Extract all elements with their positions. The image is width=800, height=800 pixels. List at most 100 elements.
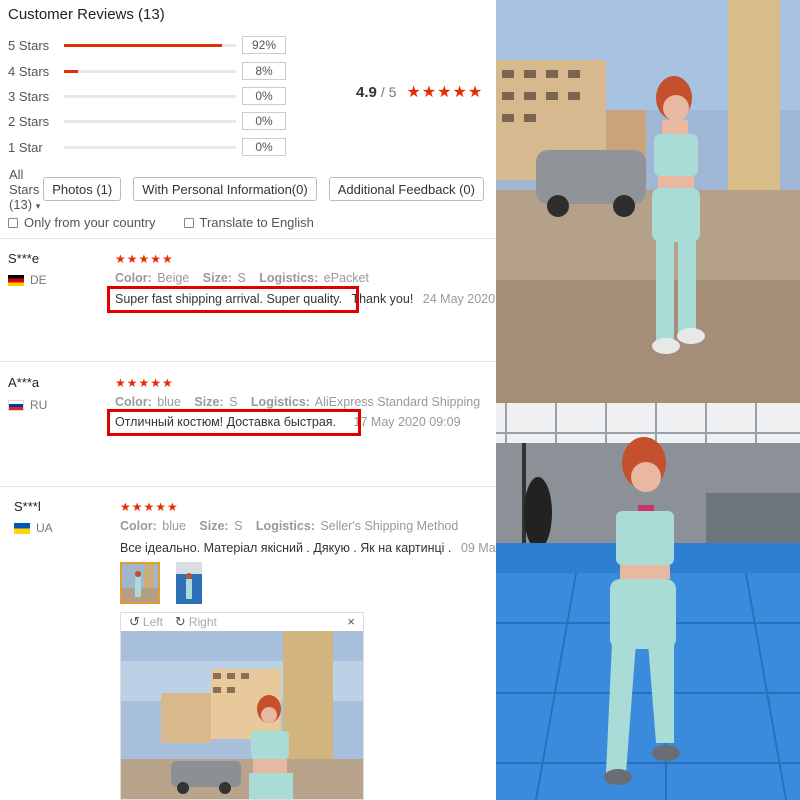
review-date: 24 May 2020 09:14 [422, 292, 496, 306]
chevron-down-icon: ▾ [35, 200, 41, 211]
rating-label: 4 Stars [8, 63, 50, 79]
additional-feedback-filter-button[interactable]: Additional Feedback (0) [328, 177, 484, 201]
filter-options: Only from your country Translate to Engl… [8, 215, 342, 230]
personal-info-filter-button[interactable]: With Personal Information(0) [133, 177, 317, 201]
review-attributes: Color: blue Size: S Logistics: AliExpres… [115, 395, 480, 409]
outdoor-photo [496, 0, 800, 403]
rating-bar [64, 119, 236, 123]
average-score: 4.9 [356, 83, 377, 101]
highlight-box [107, 286, 359, 313]
viewer-toolbar: ↺ Left ↻ Right × [121, 613, 363, 631]
flag-ua-icon [14, 522, 30, 534]
rating-row-2[interactable]: 2 Stars 0% [8, 111, 286, 131]
reviewer-name: A***a [8, 375, 40, 390]
country-code: DE [30, 273, 47, 287]
reviewer-country: UA [14, 521, 53, 535]
logistics-label: Logistics: [259, 271, 319, 285]
gym-photo [496, 403, 800, 800]
color-value: blue [157, 395, 181, 409]
rating-label: 2 Stars [8, 113, 50, 129]
rating-percent: 0% [242, 87, 286, 105]
reviews-panel: Customer Reviews (13) 5 Stars 92% 4 Star… [0, 0, 496, 800]
rating-bar [64, 145, 236, 149]
rating-percent: 92% [242, 36, 286, 54]
average-out-of: / 5 [380, 84, 397, 100]
close-icon[interactable]: × [347, 614, 355, 629]
highlight-box [107, 409, 361, 436]
reviewer-name: S***l [14, 499, 41, 514]
translate-checkbox[interactable]: Translate to English [183, 215, 314, 230]
flag-ru-icon [8, 399, 24, 411]
review-attributes: Color: blue Size: S Logistics: Seller's … [120, 519, 458, 533]
rating-row-4[interactable]: 4 Stars 8% [8, 61, 286, 81]
color-label: Color: [115, 271, 152, 285]
rating-bar [64, 69, 236, 73]
photo-thumbnail-image [122, 564, 158, 602]
rating-bar-fill [64, 69, 78, 73]
review-photo-thumbnail[interactable] [120, 562, 160, 604]
logistics-label: Logistics: [250, 395, 310, 409]
country-code: UA [36, 521, 53, 535]
rating-row-3[interactable]: 3 Stars 0% [8, 86, 286, 106]
checkbox-box [8, 217, 18, 228]
logistics-value: AliExpress Standard Shipping [314, 395, 481, 409]
rating-row-5[interactable]: 5 Stars 92% [8, 35, 286, 55]
review-body: Все ідеально. Матеріал якісний . Дякую .… [120, 541, 452, 555]
average-stars-icon: ★★★★★ [406, 84, 484, 101]
color-label: Color: [115, 395, 152, 409]
rating-bar [64, 94, 236, 98]
rotate-right-icon[interactable]: ↻ [175, 614, 186, 630]
size-value: S [229, 395, 238, 409]
logistics-label: Logistics: [255, 519, 315, 533]
rating-label: 3 Stars [8, 88, 50, 104]
reviewer-country: DE [8, 273, 47, 287]
color-label: Color: [120, 519, 157, 533]
review-attributes: Color: Beige Size: S Logistics: ePacket [115, 271, 369, 285]
only-country-checkbox[interactable]: Only from your country [8, 215, 156, 230]
review-date: 17 May 2020 09:09 [353, 415, 461, 429]
flag-de-icon [8, 274, 24, 286]
product-photo-outdoor [496, 0, 800, 403]
rating-label: 1 Star [8, 139, 43, 155]
viewer-photo [121, 631, 363, 799]
photos-filter-button[interactable]: Photos (1) [43, 177, 122, 201]
rating-bar [64, 43, 236, 47]
rating-percent: 0% [242, 138, 286, 156]
rotate-left-icon[interactable]: ↺ [129, 614, 140, 630]
divider [0, 238, 496, 239]
review-stars-icon: ★★★★★ [120, 500, 179, 514]
average-rating: 4.9 / 5 ★★★★★ [356, 82, 483, 102]
rotate-left-button[interactable]: Left [143, 615, 163, 629]
logistics-value: ePacket [323, 271, 369, 285]
color-value: Beige [157, 271, 190, 285]
review-date: 09 May 2020 10:20 [460, 541, 496, 555]
photo-viewer: ↺ Left ↻ Right × [120, 612, 364, 800]
size-value: S [234, 519, 243, 533]
divider [0, 486, 496, 487]
review-photo-thumbnail[interactable] [176, 562, 202, 604]
review-stars-icon: ★★★★★ [115, 252, 174, 266]
rotate-right-button[interactable]: Right [189, 615, 217, 629]
rating-row-1[interactable]: 1 Star 0% [8, 137, 286, 157]
rating-label: 5 Stars [8, 37, 50, 53]
translate-label: Translate to English [199, 215, 314, 230]
rating-percent: 0% [242, 112, 286, 130]
checkbox-box [183, 217, 194, 228]
review-stars-icon: ★★★★★ [115, 376, 174, 390]
size-label: Size: [202, 271, 232, 285]
logistics-value: Seller's Shipping Method [320, 519, 459, 533]
size-label: Size: [194, 395, 224, 409]
size-value: S [237, 271, 246, 285]
reviews-title: Customer Reviews (13) [8, 6, 165, 23]
reviewer-country: RU [8, 398, 47, 412]
reviewer-name: S***e [8, 251, 40, 266]
rating-bar-fill [64, 43, 223, 47]
photo-thumbnail-image [176, 562, 202, 604]
only-country-label: Only from your country [24, 215, 156, 230]
color-value: blue [162, 519, 186, 533]
review-text: Все ідеально. Матеріал якісний . Дякую .… [120, 541, 496, 555]
all-stars-dropdown[interactable]: All Stars (13) ▾ [9, 167, 43, 212]
rating-percent: 8% [242, 62, 286, 80]
country-code: RU [30, 398, 48, 412]
filter-bar: All Stars (13) ▾ Photos (1) With Persona… [0, 167, 496, 212]
